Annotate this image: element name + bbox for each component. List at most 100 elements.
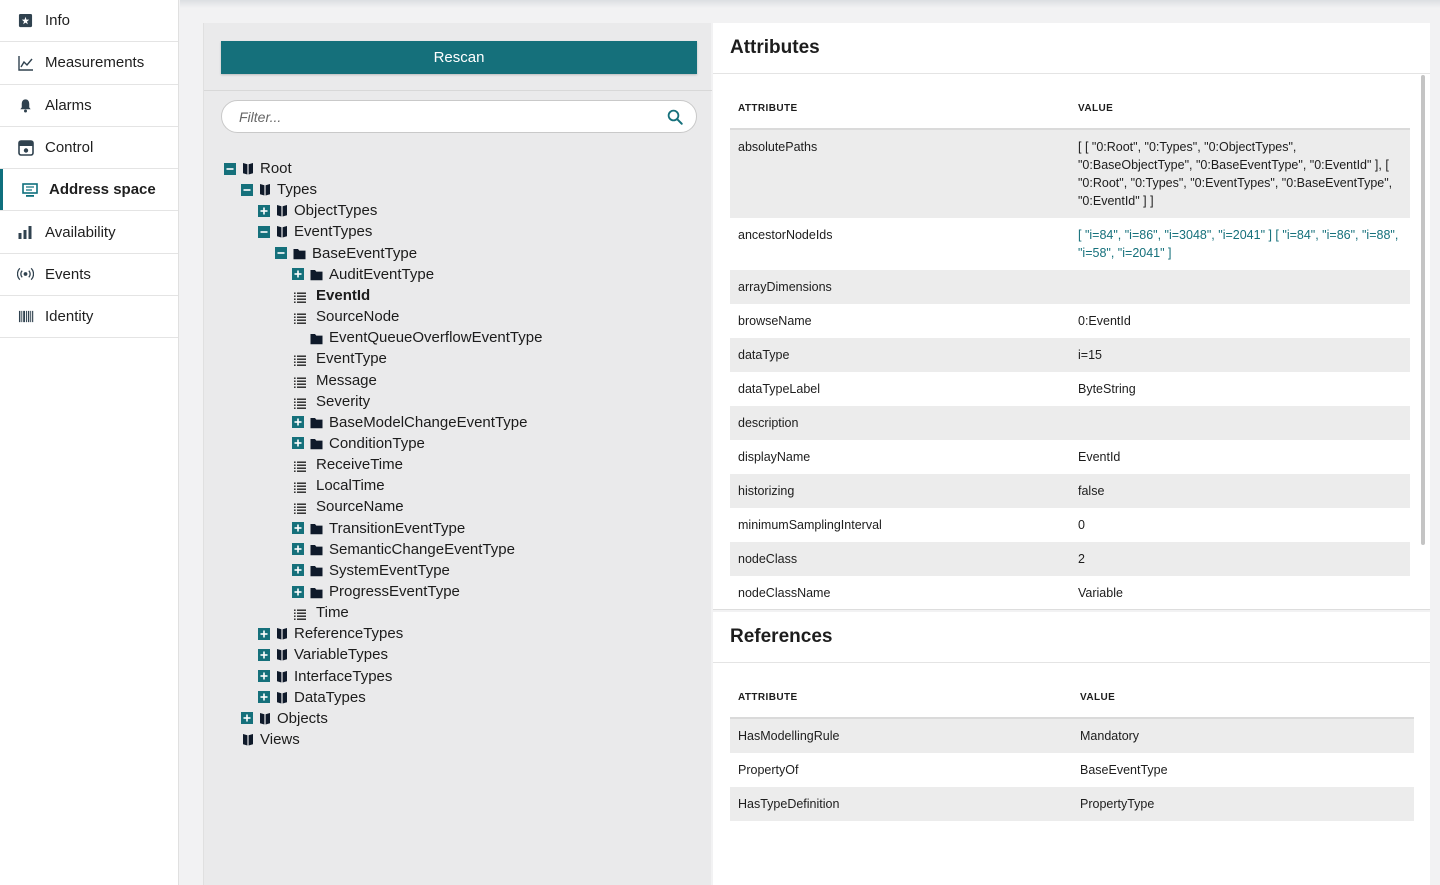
expand-icon[interactable]	[292, 416, 304, 429]
attribute-name-cell: HasModellingRule	[730, 718, 1072, 753]
tree-node-basemodelchangeeventtype[interactable]: BaseModelChangeEventType	[292, 412, 527, 433]
expand-icon[interactable]	[292, 585, 304, 598]
tree-node-label: BaseModelChangeEventType	[329, 413, 528, 431]
search-icon[interactable]	[666, 108, 684, 126]
expand-icon[interactable]	[292, 543, 304, 556]
expand-icon[interactable]	[258, 691, 270, 704]
expand-icon[interactable]	[258, 648, 270, 661]
expand-icon[interactable]	[292, 522, 304, 535]
tree-node-systemeventtype[interactable]: SystemEventType	[292, 560, 450, 581]
table-row: ancestorNodeIds [ "i=84", "i=86", "i=3048…	[730, 218, 1410, 270]
expand-icon[interactable]	[241, 712, 253, 725]
expand-icon[interactable]	[258, 204, 270, 217]
tree-node-eventtypes[interactable]: EventTypes	[258, 221, 372, 242]
table-row: PropertyOf BaseEventType	[730, 753, 1414, 787]
attributes-table: ATTRIBUTE VALUE absolutePaths[ [ "0:Root…	[730, 75, 1410, 609]
tree-node-objects[interactable]: Objects	[241, 708, 328, 729]
control-icon	[17, 139, 34, 156]
property-list-icon	[294, 375, 306, 388]
attributes-table-wrap: ATTRIBUTE VALUE absolutePaths[ [ "0:Root…	[730, 75, 1410, 609]
tree-node-progresseventtype[interactable]: ProgressEventType	[292, 581, 460, 602]
bar-chart-icon	[17, 224, 34, 241]
book-icon	[276, 670, 288, 683]
tree-node-receivetime[interactable]: ReceiveTime	[292, 454, 403, 475]
expand-icon[interactable]	[292, 564, 304, 577]
attribute-value-cell: Variable	[1078, 586, 1123, 600]
attribute-value-cell: 0:EventId	[1078, 314, 1131, 328]
tree-node-auditeventtype[interactable]: AuditEventType	[292, 264, 434, 285]
tree-node-views[interactable]: Views	[224, 729, 300, 750]
sidebar-item-info[interactable]: Info	[0, 0, 178, 43]
property-list-icon	[294, 311, 306, 324]
tree-node-label: ReceiveTime	[316, 456, 403, 474]
tree-node-label: TransitionEventType	[329, 519, 466, 537]
book-icon	[242, 162, 254, 175]
tree-node-time[interactable]: Time	[292, 602, 349, 623]
table-row: browseName 0:EventId	[730, 304, 1410, 338]
table-row: dataTypeLabel ByteString	[730, 372, 1410, 406]
attribute-value-cell: EventId	[1078, 450, 1121, 464]
expand-icon[interactable]	[292, 437, 304, 450]
property-list-icon	[294, 501, 306, 515]
tree-node-label: DataTypes	[294, 688, 366, 706]
tree-node-label: Message	[316, 371, 377, 389]
table-header-row: ATTRIBUTE VALUE	[730, 664, 1414, 719]
tree-node-message[interactable]: Message	[292, 370, 377, 391]
tree-node-variabletypes[interactable]: VariableTypes	[258, 644, 388, 665]
rescan-button[interactable]: Rescan	[221, 41, 697, 74]
sidebar-item-label: Control	[45, 139, 94, 157]
expand-icon[interactable]	[292, 268, 304, 281]
filter-input[interactable]	[239, 108, 666, 125]
tree-node-eventtype[interactable]: EventType	[292, 348, 387, 369]
tree-node-eventid[interactable]: EventId	[292, 285, 370, 306]
folder-icon	[293, 247, 306, 260]
attributes-scrollbar[interactable]	[1421, 75, 1425, 545]
tree-node-label: ObjectTypes	[294, 202, 378, 220]
tree-node-interfacetypes[interactable]: InterfaceTypes	[258, 666, 392, 687]
folder-icon	[310, 522, 323, 535]
tree-node-root[interactable]: Root	[224, 158, 292, 179]
folder-icon	[310, 268, 323, 281]
tree-node-sourcename[interactable]: SourceName	[292, 496, 404, 517]
attribute-value-cell: Mandatory	[1072, 718, 1414, 753]
sidebar-item-address-space[interactable]: Address space	[0, 169, 178, 212]
broadcast-icon	[17, 266, 34, 283]
tree-node-severity[interactable]: Severity	[292, 391, 370, 412]
tree-node-transitioneventtype[interactable]: TransitionEventType	[292, 518, 465, 539]
tree-node-label: Time	[316, 604, 349, 622]
tree-node-label: InterfaceTypes	[294, 667, 393, 685]
expand-icon[interactable]	[258, 627, 270, 640]
tree-node-referencetypes[interactable]: ReferenceTypes	[258, 623, 403, 644]
tree-node-localtime[interactable]: LocalTime	[292, 475, 385, 496]
table-row: nodeClass 2	[730, 542, 1410, 576]
attribute-name-cell: dataTypeLabel	[738, 382, 821, 396]
tree-node-conditiontype[interactable]: ConditionType	[292, 433, 425, 454]
collapse-icon[interactable]	[224, 162, 236, 175]
tree-node-baseeventtype[interactable]: BaseEventType	[275, 243, 417, 264]
tree-node-types[interactable]: Types	[241, 179, 317, 200]
attribute-name-cell: PropertyOf	[738, 763, 799, 777]
tree-node-objecttypes[interactable]: ObjectTypes	[258, 200, 377, 221]
collapse-icon[interactable]	[275, 247, 287, 260]
barcode-icon	[17, 308, 34, 325]
tree-node-eventqueueoverfloweventtype[interactable]: EventQueueOverflowEventType	[292, 327, 542, 348]
sidebar-item-measurements[interactable]: Measurements	[0, 42, 178, 85]
tree-node-datatypes[interactable]: DataTypes	[258, 687, 366, 708]
sidebar-item-availability[interactable]: Availability	[0, 211, 178, 254]
collapse-icon[interactable]	[258, 225, 270, 238]
folder-icon	[310, 332, 323, 344]
folder-icon	[310, 543, 323, 556]
sidebar-item-label: Identity	[45, 308, 94, 326]
collapse-icon[interactable]	[241, 183, 253, 196]
attribute-value-cell[interactable]: [ "i=84", "i=86", "i=3048", "i=2041" ] […	[1070, 218, 1410, 270]
filter-box	[221, 100, 697, 133]
tree-node-label: EventId	[316, 286, 371, 304]
book-icon	[276, 627, 288, 640]
sidebar-item-control[interactable]: Control	[0, 127, 178, 170]
sidebar-item-alarms[interactable]: Alarms	[0, 85, 178, 127]
tree-node-semanticchangeeventtype[interactable]: SemanticChangeEventType	[292, 539, 515, 560]
tree-node-sourcenode[interactable]: SourceNode	[292, 306, 399, 327]
expand-icon[interactable]	[258, 670, 270, 683]
sidebar-item-identity[interactable]: Identity	[0, 296, 178, 339]
sidebar-item-events[interactable]: Events	[0, 254, 178, 297]
